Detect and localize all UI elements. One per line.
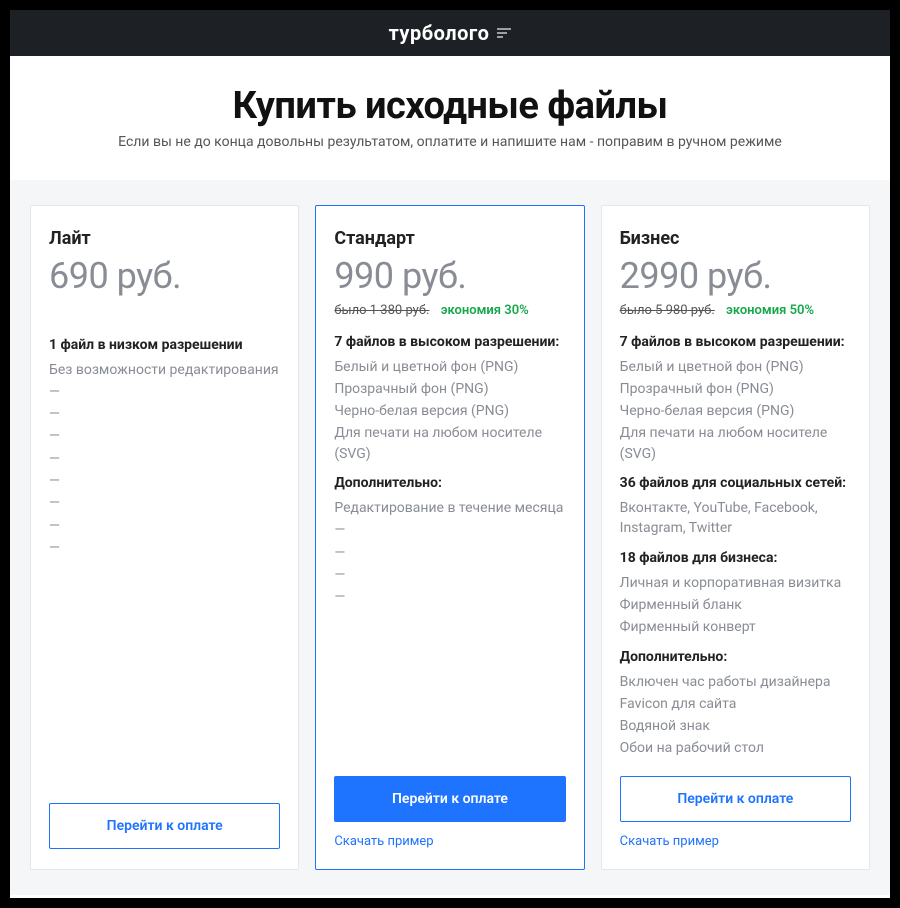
download-sample-link[interactable]: Скачать пример <box>334 834 565 849</box>
section-head: Дополнительно: <box>334 475 565 491</box>
feature-list: Без возможности редактирования———————— <box>49 359 280 560</box>
savings-badge: экономия 30% <box>441 303 529 318</box>
section-head: 18 файлов для бизнеса: <box>620 550 851 566</box>
feature-item: Для печати на любом носителе (SVG) <box>620 422 851 465</box>
price-meta: было 5 980 руб. экономия 50% <box>620 303 851 318</box>
feature-list: Личная и корпоративная визиткаФирменный … <box>620 572 851 639</box>
feature-item: Белый и цветной фон (PNG) <box>334 356 565 378</box>
feature-item: — <box>49 425 280 447</box>
section-head: 1 файл в низком разрешении <box>49 337 280 353</box>
feature-item: Белый и цветной фон (PNG) <box>620 356 851 378</box>
feature-item: — <box>49 448 280 470</box>
feature-item: Для печати на любом носителе (SVG) <box>334 422 565 465</box>
feature-item: — <box>334 542 565 564</box>
feature-item: Фирменный бланк <box>620 594 851 616</box>
plan-price: 2990 руб. <box>620 257 851 297</box>
feature-item: — <box>49 381 280 403</box>
plan-name: Стандарт <box>334 228 565 249</box>
feature-item: Черно-белая версия (PNG) <box>334 400 565 422</box>
feature-item: — <box>334 519 565 541</box>
page-title: Купить исходные файлы <box>30 84 870 128</box>
feature-item: Фирменный конверт <box>620 616 851 638</box>
plan-business: Бизнес 2990 руб. было 5 980 руб. экономи… <box>601 205 870 870</box>
plan-standard: Стандарт 990 руб. было 1 380 руб. эконом… <box>315 205 584 870</box>
buy-button[interactable]: Перейти к оплате <box>49 803 280 849</box>
menu-lines-icon <box>497 28 511 38</box>
feature-item: Без возможности редактирования <box>49 359 280 381</box>
feature-item: Личная и корпоративная визитка <box>620 572 851 594</box>
feature-item: Редактирование в течение месяца <box>334 497 565 519</box>
feature-item: Включен час работы дизайнера <box>620 671 851 693</box>
buy-button[interactable]: Перейти к оплате <box>334 776 565 822</box>
download-sample-link[interactable]: Скачать пример <box>620 834 851 849</box>
feature-list: Редактирование в течение месяца———— <box>334 497 565 608</box>
logo-text: турболого <box>389 21 490 45</box>
price-meta: было 1 380 руб. экономия 30% <box>334 303 565 318</box>
feature-list: Белый и цветной фон (PNG)Прозрачный фон … <box>620 356 851 465</box>
section-head: 36 файлов для социальных сетей: <box>620 475 851 491</box>
pricing-row: Лайт 690 руб. 1 файл в низком разрешении… <box>10 180 890 895</box>
plan-price: 990 руб. <box>334 257 565 297</box>
feature-item: Черно-белая версия (PNG) <box>620 400 851 422</box>
section-head: Дополнительно: <box>620 649 851 665</box>
feature-item: — <box>49 515 280 537</box>
section-head: 7 файлов в высоком разрешении: <box>620 334 851 350</box>
plan-price: 690 руб. <box>49 257 280 297</box>
feature-item: Favicon для сайта <box>620 693 851 715</box>
old-price: было 5 980 руб. <box>620 303 715 318</box>
top-bar: турболого <box>10 10 890 56</box>
plan-lite: Лайт 690 руб. 1 файл в низком разрешении… <box>30 205 299 870</box>
feature-item: Прозрачный фон (PNG) <box>620 378 851 400</box>
feature-item: — <box>49 470 280 492</box>
feature-list: Белый и цветной фон (PNG)Прозрачный фон … <box>334 356 565 465</box>
old-price: было 1 380 руб. <box>334 303 429 318</box>
price-meta-empty <box>49 303 280 321</box>
feature-item: — <box>49 403 280 425</box>
page-subtitle: Если вы не до конца довольны результатом… <box>30 134 870 150</box>
plan-name: Бизнес <box>620 228 851 249</box>
feature-item: — <box>49 492 280 514</box>
feature-item: — <box>334 586 565 608</box>
feature-item: Вконтакте, YouTube, Facebook, Instagram,… <box>620 497 851 540</box>
page-frame: турболого Купить исходные файлы Если вы … <box>10 10 890 898</box>
plan-name: Лайт <box>49 228 280 249</box>
feature-item: — <box>334 564 565 586</box>
buy-button[interactable]: Перейти к оплате <box>620 776 851 822</box>
feature-list: Вконтакте, YouTube, Facebook, Instagram,… <box>620 497 851 540</box>
savings-badge: экономия 50% <box>726 303 814 318</box>
feature-item: — <box>49 537 280 559</box>
logo[interactable]: турболого <box>389 21 512 45</box>
feature-item: Водяной знак <box>620 715 851 737</box>
hero: Купить исходные файлы Если вы не до конц… <box>10 56 890 180</box>
feature-item: Прозрачный фон (PNG) <box>334 378 565 400</box>
feature-list: Включен час работы дизайнераFavicon для … <box>620 671 851 760</box>
feature-item: Обои на рабочий стол <box>620 737 851 759</box>
section-head: 7 файлов в высоком разрешении: <box>334 334 565 350</box>
